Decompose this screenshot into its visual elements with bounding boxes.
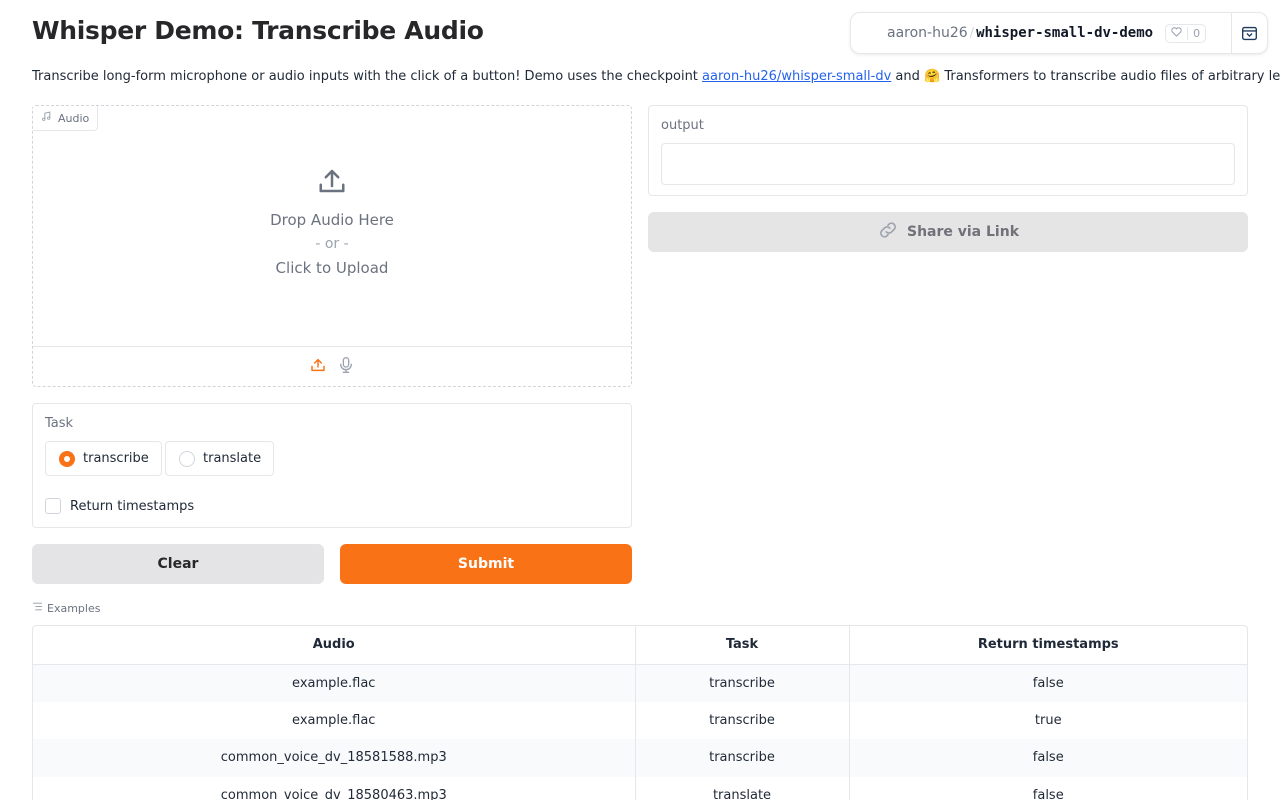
audio-drop-zone[interactable]: Drop Audio Here - or - Click to Upload bbox=[33, 166, 631, 280]
examples-label-text: Examples bbox=[47, 601, 101, 615]
audio-label-text: Audio bbox=[58, 111, 90, 125]
music-note-icon bbox=[41, 111, 52, 125]
audio-upload-panel[interactable]: Audio Drop Audio Here - or - Click to Up… bbox=[32, 105, 632, 387]
description-text-post: and 🤗 Transformers to transcribe audio f… bbox=[891, 69, 1280, 84]
description-text-pre: Transcribe long-form microphone or audio… bbox=[32, 69, 703, 84]
column-header-timestamps: Return timestamps bbox=[849, 626, 1247, 665]
upload-icon bbox=[33, 166, 631, 200]
submit-button[interactable]: Submit bbox=[340, 544, 632, 584]
cell-audio: common_voice_dv_18580463.mp3 bbox=[33, 776, 636, 800]
like-count: 0 bbox=[1187, 26, 1205, 40]
examples-table: Audio Task Return timestamps example.fla… bbox=[32, 625, 1248, 800]
path-separator: / bbox=[969, 25, 975, 41]
task-panel: Task transcribe translate Return timesta… bbox=[32, 403, 632, 528]
space-repo-link[interactable]: whisper-small-dv-demo bbox=[976, 25, 1153, 41]
click-upload-text: Click to Upload bbox=[275, 259, 389, 277]
cell-timestamps: true bbox=[1034, 712, 1062, 728]
table-row[interactable]: common_voice_dv_18580463.mp3 translate f… bbox=[33, 776, 1247, 800]
cell-timestamps: false bbox=[849, 664, 1247, 702]
clear-button[interactable]: Clear bbox=[32, 544, 324, 584]
cell-task: transcribe bbox=[635, 664, 850, 702]
cell-task: transcribe bbox=[635, 701, 850, 739]
output-label: output bbox=[661, 118, 704, 133]
drop-audio-text: Drop Audio Here bbox=[270, 211, 394, 229]
output-textbox[interactable] bbox=[661, 143, 1235, 185]
cell-task: transcribe bbox=[635, 739, 850, 777]
radio-translate[interactable]: translate bbox=[165, 441, 275, 476]
radio-transcribe[interactable]: transcribe bbox=[45, 441, 162, 476]
examples-label: Examples bbox=[32, 601, 100, 615]
radio-dot[interactable] bbox=[179, 450, 195, 467]
output-panel: output bbox=[648, 105, 1248, 196]
microphone-icon[interactable] bbox=[338, 356, 354, 378]
list-icon bbox=[32, 601, 43, 615]
collapse-panel-icon[interactable] bbox=[1241, 25, 1258, 46]
table-row[interactable]: example.flac transcribe false bbox=[33, 664, 1247, 702]
checkbox-box[interactable] bbox=[45, 498, 61, 514]
space-owner-link[interactable]: aaron-hu26 bbox=[887, 25, 968, 41]
column-header-audio: Audio bbox=[33, 626, 636, 665]
share-via-link-label: Share via Link bbox=[906, 224, 1019, 240]
page-description: Transcribe long-form microphone or audio… bbox=[32, 69, 1280, 84]
audio-block-label: Audio bbox=[33, 106, 99, 131]
radio-translate-label: translate bbox=[203, 451, 262, 466]
or-text: - or - bbox=[315, 236, 349, 252]
cell-task: translate bbox=[635, 776, 850, 800]
radio-transcribe-label: transcribe bbox=[83, 451, 149, 466]
link-icon bbox=[877, 219, 899, 245]
page-title: Whisper Demo: Transcribe Audio bbox=[32, 16, 484, 45]
cell-timestamps: false bbox=[1032, 787, 1064, 800]
space-header-badge: aaron-hu26 / whisper-small-dv-demo 0 bbox=[850, 12, 1268, 54]
like-button[interactable]: 0 bbox=[1165, 23, 1207, 43]
share-via-link-button[interactable]: Share via Link bbox=[648, 212, 1248, 252]
cell-audio: example.flac bbox=[33, 664, 636, 702]
task-label: Task bbox=[45, 416, 74, 431]
upload-source-icon[interactable] bbox=[310, 357, 326, 377]
table-row[interactable]: example.flac transcribe true bbox=[33, 701, 1247, 739]
table-row[interactable]: common_voice_dv_18581588.mp3 transcribe … bbox=[33, 739, 1247, 777]
checkpoint-link[interactable]: aaron-hu26/whisper-small-dv bbox=[702, 69, 891, 84]
cell-audio: common_voice_dv_18581588.mp3 bbox=[33, 739, 636, 777]
column-header-task: Task bbox=[635, 626, 850, 665]
badge-divider bbox=[1231, 13, 1232, 53]
audio-source-toolbar bbox=[33, 346, 631, 386]
heart-icon bbox=[1166, 26, 1187, 40]
return-timestamps-label: Return timestamps bbox=[70, 498, 195, 514]
cell-audio: example.flac bbox=[33, 701, 636, 739]
cell-timestamps: false bbox=[849, 739, 1247, 777]
return-timestamps-checkbox[interactable]: Return timestamps bbox=[45, 498, 194, 514]
table-header-row: Audio Task Return timestamps bbox=[33, 626, 1247, 665]
radio-dot-selected[interactable] bbox=[59, 450, 75, 467]
